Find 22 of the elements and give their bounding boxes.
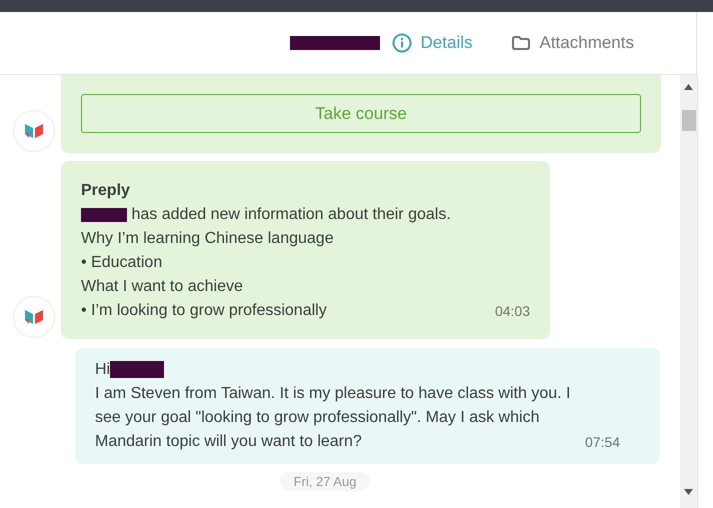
logo-icon — [24, 122, 44, 140]
info-icon — [392, 33, 412, 53]
scroll-thumb[interactable] — [682, 110, 696, 131]
message-time: 07:54 — [585, 433, 620, 452]
tab[interactable]: Details — [392, 33, 472, 53]
sender-name: Preply — [81, 181, 131, 201]
tab[interactable]: Attachments — [510, 33, 634, 53]
message-text: • I’m looking to grow professionally — [81, 302, 327, 319]
take-course-button[interactable]: Take course — [81, 94, 641, 133]
date-divider: Fri, 27 Aug — [280, 472, 370, 491]
scrollbar[interactable] — [680, 75, 697, 508]
message-text: Why I’m learning Chinese language — [81, 230, 334, 247]
message-time: 04:03 — [494, 302, 530, 321]
folder-icon — [510, 35, 530, 51]
scroll-up-icon[interactable] — [684, 84, 693, 90]
message-text: I am Steven from Taiwan. It is my pleasure to have class with you. I see your goal "looking to grow professionally". May I ask which Mandarin topic will you want to learn? — [95, 384, 572, 452]
message-text: What I want to achieve — [81, 278, 243, 295]
message-text: has added new information about their goals. — [131, 206, 451, 223]
greeting-text: Hi — [95, 361, 110, 378]
message-text: • Education — [81, 254, 162, 271]
logo-icon — [24, 308, 44, 326]
scroll-down-icon[interactable] — [684, 489, 693, 495]
